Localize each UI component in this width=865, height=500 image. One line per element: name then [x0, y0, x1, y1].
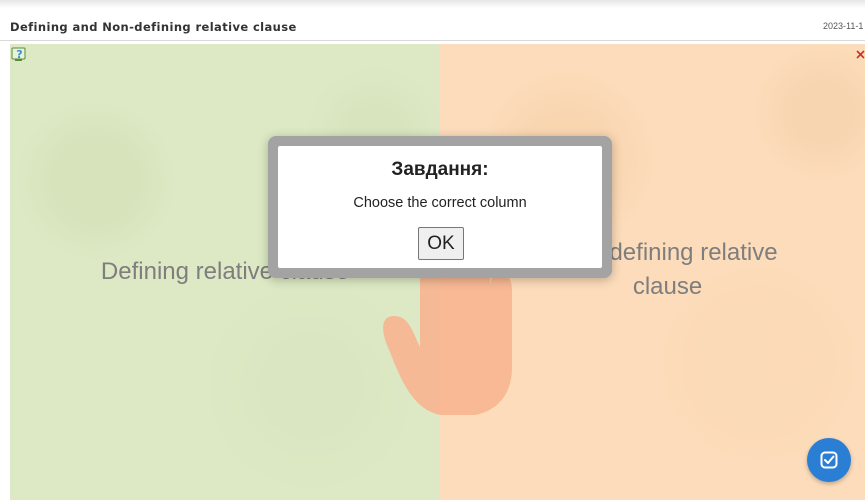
page-date: 2023-11-1	[823, 21, 864, 31]
task-dialog: Завдання: Choose the correct column OK	[268, 136, 612, 278]
check-icon	[820, 451, 838, 469]
close-icon[interactable]	[856, 50, 865, 59]
check-answer-button[interactable]	[807, 438, 851, 482]
help-icon[interactable]: ?	[11, 47, 27, 63]
dialog-title: Завдання:	[391, 159, 489, 180]
task-dialog-body: Завдання: Choose the correct column OK	[278, 146, 602, 268]
ok-button[interactable]: OK	[418, 227, 464, 260]
page-title: Defining and Non-defining relative claus…	[10, 20, 297, 34]
svg-text:?: ?	[16, 48, 22, 61]
dialog-message: Choose the correct column	[353, 195, 527, 211]
learning-app-page: Defining and Non-defining relative claus…	[0, 0, 865, 500]
page-header: Defining and Non-defining relative claus…	[0, 16, 865, 41]
top-shadow	[0, 0, 865, 8]
